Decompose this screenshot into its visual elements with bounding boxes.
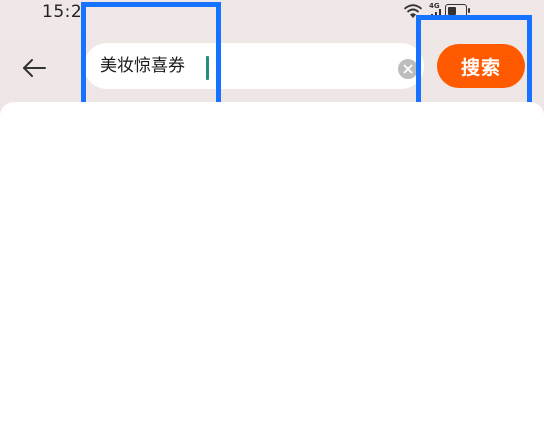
status-time: 15:2 (42, 2, 83, 22)
close-circle-icon (403, 64, 413, 74)
back-button[interactable] (14, 48, 54, 88)
clear-search-button[interactable] (398, 59, 418, 79)
search-screen: 15:2 4G 美妆惊喜券 搜索 (0, 0, 544, 438)
battery-fill (448, 7, 457, 15)
results-panel (0, 102, 544, 438)
arrow-left-icon (23, 59, 46, 77)
